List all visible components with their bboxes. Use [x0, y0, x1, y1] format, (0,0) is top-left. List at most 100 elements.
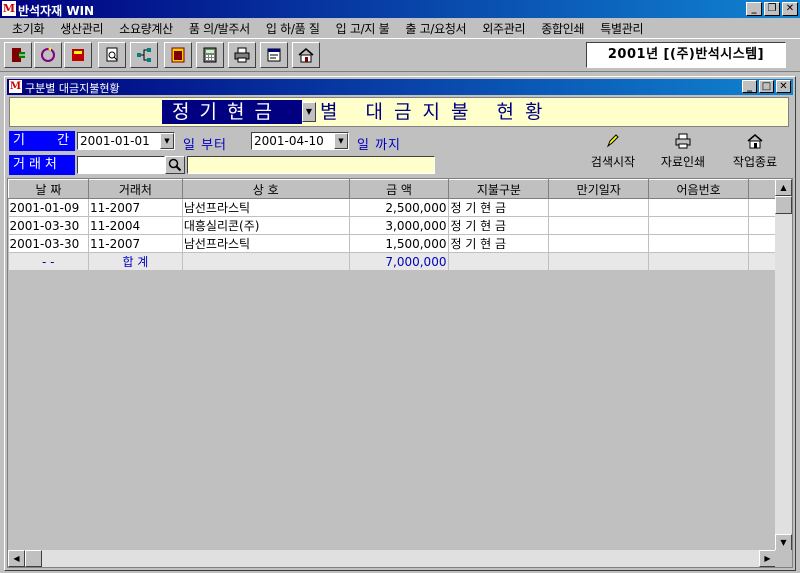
- network-button[interactable]: [130, 42, 158, 68]
- menu-item-print-all[interactable]: 종합인쇄: [533, 20, 592, 37]
- col-header-company[interactable]: 상 호: [181, 179, 350, 199]
- vertical-scrollbar[interactable]: ▲ ▼: [775, 179, 792, 551]
- total-label: 합 계: [88, 252, 183, 271]
- notepad-button[interactable]: [260, 42, 288, 68]
- cell-amount[interactable]: 1,500,000: [349, 234, 450, 253]
- cell-due-date[interactable]: [548, 216, 650, 235]
- minimize-button[interactable]: _: [746, 2, 762, 16]
- printer-icon: [234, 47, 250, 63]
- menu-item-receiving-quality[interactable]: 입 하/품 질: [258, 20, 328, 37]
- report-banner: 정기현금 ▼ 별 대금지불 현황: [9, 97, 789, 127]
- refresh-icon: [41, 47, 55, 62]
- cell-date[interactable]: 2001-03-30: [8, 234, 89, 253]
- col-header-bill-number[interactable]: 어음번호: [648, 179, 749, 199]
- cell-date[interactable]: 2001-01-09: [8, 198, 89, 217]
- cell-company[interactable]: 남선프라스틱: [182, 234, 350, 253]
- print-data-button[interactable]: 자료인쇄: [648, 133, 718, 173]
- toolbar: 2001년 [(주)반석시스템]: [0, 38, 800, 72]
- child-minimize-button[interactable]: _: [742, 80, 757, 93]
- from-date-dropdown-button[interactable]: ▼: [160, 133, 174, 149]
- table-row[interactable]: 2001-01-09 11-2007 남선프라스틱 2,500,000 정 기 …: [8, 198, 776, 217]
- total-company: [182, 252, 350, 271]
- from-date-combo[interactable]: 2001-01-01 ▼: [77, 132, 175, 150]
- search-start-button[interactable]: 검색시작: [578, 133, 648, 173]
- menu-item-production[interactable]: 생산관리: [52, 20, 111, 37]
- col-header-amount[interactable]: 금 액: [348, 179, 450, 199]
- customer-code-input[interactable]: [77, 156, 165, 174]
- table-row[interactable]: 2001-03-30 11-2004 대흥실리콘(주) 3,000,000 정 …: [8, 216, 776, 235]
- customer-search-button[interactable]: [165, 156, 185, 174]
- menu-item-shipping-request[interactable]: 출 고/요청서: [397, 20, 474, 37]
- menu-item-purchase-order[interactable]: 품 의/발주서: [181, 20, 258, 37]
- cell-date[interactable]: 2001-03-30: [8, 216, 89, 235]
- horizontal-scroll-thumb[interactable]: [25, 550, 42, 567]
- from-suffix: 일 부터: [183, 138, 228, 153]
- close-work-button[interactable]: 작업종료: [720, 133, 790, 173]
- cell-customer[interactable]: 11-2004: [88, 216, 183, 235]
- cell-company[interactable]: 남선프라스틱: [182, 198, 350, 217]
- scroll-down-button[interactable]: ▼: [775, 534, 792, 551]
- scroll-up-button[interactable]: ▲: [775, 179, 792, 196]
- pencil-icon: [606, 134, 619, 148]
- calendar-button[interactable]: [164, 42, 192, 68]
- payment-type-dropdown-button[interactable]: ▼: [302, 102, 316, 122]
- total-amount: 7,000,000: [349, 252, 450, 271]
- scroll-right-button[interactable]: ▶: [759, 550, 776, 567]
- search-start-label: 검색시작: [590, 155, 636, 169]
- horizontal-scrollbar[interactable]: ◀ ▶: [8, 550, 776, 567]
- refresh-button[interactable]: [34, 42, 62, 68]
- col-header-due-date[interactable]: 만기일자: [548, 179, 650, 199]
- to-date-combo[interactable]: 2001-04-10 ▼: [251, 132, 349, 150]
- payment-type-select[interactable]: 정기현금: [162, 100, 302, 124]
- menu-item-init[interactable]: 초기화: [4, 20, 52, 37]
- vertical-scroll-thumb[interactable]: [775, 196, 792, 214]
- scroll-left-button[interactable]: ◀: [8, 550, 25, 567]
- calculator-button[interactable]: [196, 42, 224, 68]
- document-search-button[interactable]: [98, 42, 126, 68]
- child-titlebar: M 구분별 대금지불현황 _ □ ✕: [7, 79, 793, 95]
- app-titlebar: M 반석자재 WIN _ ❐ ✕: [0, 0, 800, 18]
- cell-extra: [748, 198, 776, 217]
- child-close-button[interactable]: ✕: [776, 80, 791, 93]
- book-button[interactable]: [64, 42, 92, 68]
- to-date-dropdown-button[interactable]: ▼: [334, 133, 348, 149]
- cell-payment-type[interactable]: 정 기 현 금: [448, 234, 550, 253]
- child-title: 구분별 대금지불현황: [25, 82, 120, 95]
- restore-button[interactable]: ❐: [764, 2, 780, 16]
- cell-customer[interactable]: 11-2007: [88, 198, 183, 217]
- total-date: - -: [8, 252, 89, 271]
- cell-customer[interactable]: 11-2007: [88, 234, 183, 253]
- col-header-customer[interactable]: 거래처: [87, 179, 183, 199]
- table-total-row: - - 합 계 7,000,000: [8, 252, 776, 271]
- cell-due-date[interactable]: [548, 198, 650, 217]
- cell-due-date[interactable]: [548, 234, 650, 253]
- printer-button[interactable]: [228, 42, 256, 68]
- cell-company[interactable]: 대흥실리콘(주): [182, 216, 350, 235]
- cell-bill-number[interactable]: [648, 198, 749, 217]
- cell-amount[interactable]: 3,000,000: [349, 216, 450, 235]
- table-row[interactable]: 2001-03-30 11-2007 남선프라스틱 1,500,000 정 기 …: [8, 234, 776, 253]
- cell-bill-number[interactable]: [648, 216, 749, 235]
- total-bill-number: [648, 252, 749, 271]
- menu-item-special[interactable]: 특별관리: [592, 20, 651, 37]
- menu-item-outsourcing[interactable]: 외주관리: [474, 20, 533, 37]
- cell-payment-type[interactable]: 정 기 현 금: [448, 216, 550, 235]
- cell-extra: [748, 216, 776, 235]
- menu-item-stock-payment[interactable]: 입 고/지 불: [328, 20, 398, 37]
- cell-amount[interactable]: 2,500,000: [349, 198, 450, 217]
- home-icon: [747, 134, 763, 149]
- menu-item-requirements[interactable]: 소요량계산: [111, 20, 181, 37]
- child-maximize-button[interactable]: □: [759, 80, 774, 93]
- close-button[interactable]: ✕: [782, 2, 798, 16]
- book-icon: [72, 49, 84, 61]
- cell-payment-type[interactable]: 정 기 현 금: [448, 198, 550, 217]
- customer-name-input[interactable]: [187, 156, 435, 174]
- cell-bill-number[interactable]: [648, 234, 749, 253]
- printer-icon: [675, 133, 691, 149]
- home-button[interactable]: [292, 42, 320, 68]
- col-header-date[interactable]: 날 짜: [8, 179, 89, 199]
- col-header-payment-type[interactable]: 지불구분: [448, 179, 550, 199]
- from-date-value: 2001-01-01: [80, 134, 150, 148]
- exit-button[interactable]: [4, 42, 32, 68]
- payment-grid: 날 짜 거래처 상 호 금 액 지불구분 만기일자 어음번호 2001-01-0…: [7, 178, 793, 568]
